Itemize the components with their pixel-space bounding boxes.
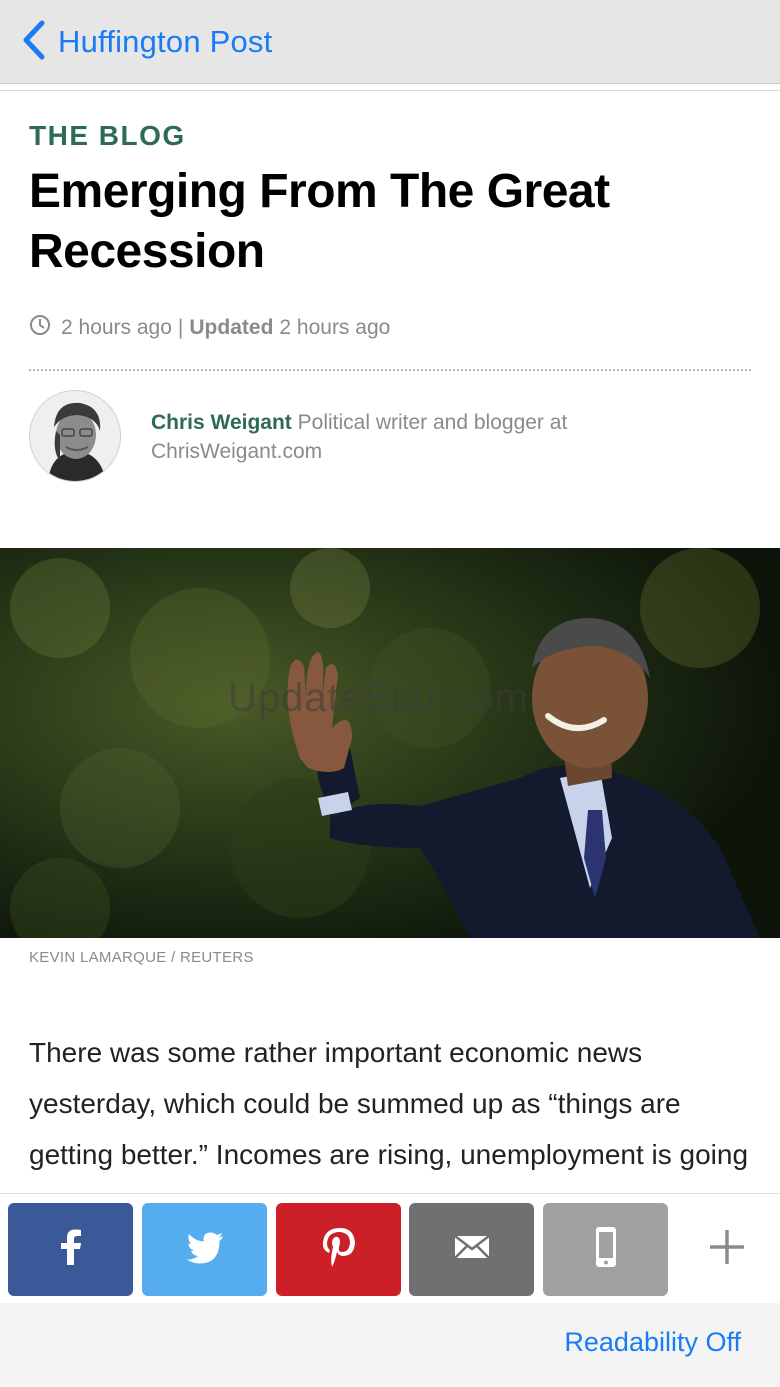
hero-photo: UpdateStar.com xyxy=(0,548,780,938)
pinterest-share-button[interactable] xyxy=(276,1203,401,1296)
readability-toggle[interactable]: Readability Off xyxy=(564,1327,741,1358)
meta-separator: | xyxy=(177,316,184,339)
mail-icon xyxy=(450,1225,494,1274)
share-bar xyxy=(0,1193,780,1303)
pinterest-icon xyxy=(317,1225,361,1274)
clock-icon xyxy=(29,314,61,342)
facebook-share-button[interactable] xyxy=(8,1203,133,1296)
sms-share-button[interactable] xyxy=(543,1203,668,1296)
back-label: Huffington Post xyxy=(58,24,273,59)
section-label[interactable]: THE BLOG xyxy=(29,120,186,152)
dotted-divider xyxy=(29,369,751,371)
more-share-button[interactable] xyxy=(664,1203,780,1296)
twitter-icon xyxy=(183,1225,227,1274)
phone-icon xyxy=(584,1225,628,1274)
author-avatar[interactable] xyxy=(29,390,121,482)
back-button[interactable]: Huffington Post xyxy=(20,18,272,66)
author-info: Chris Weigant Political writer and blogg… xyxy=(151,408,671,466)
photo-credit: KEVIN LAMARQUE / REUTERS xyxy=(29,949,254,966)
divider xyxy=(0,90,780,91)
watermark: UpdateStar.com xyxy=(228,676,529,720)
updated-time: 2 hours ago xyxy=(279,316,391,339)
plus-icon xyxy=(705,1225,749,1274)
chevron-left-icon xyxy=(20,19,48,66)
posted-time: 2 hours ago xyxy=(61,316,172,339)
author-name[interactable]: Chris Weigant xyxy=(151,411,292,434)
facebook-icon xyxy=(49,1225,93,1274)
email-share-button[interactable] xyxy=(409,1203,534,1296)
updated-label: Updated xyxy=(189,316,274,339)
article-headline: Emerging From The Great Recession xyxy=(29,165,610,278)
article-meta: 2 hours ago | Updated 2 hours ago xyxy=(29,312,390,344)
twitter-share-button[interactable] xyxy=(142,1203,267,1296)
navigation-bar: Huffington Post xyxy=(0,0,780,84)
bottom-toolbar: Readability Off xyxy=(0,1303,780,1387)
